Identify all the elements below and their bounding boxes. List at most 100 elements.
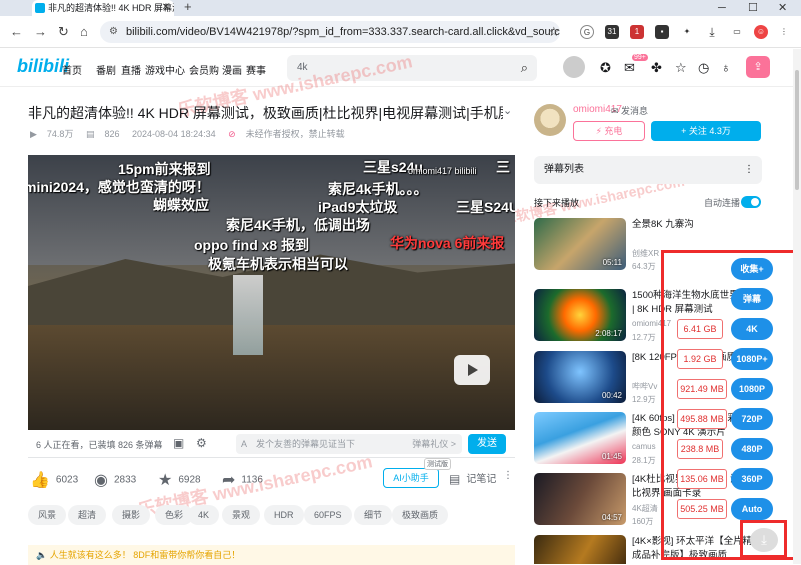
profile-icon[interactable]: ☺ [754,25,768,39]
close-window-icon[interactable]: ✕ [778,0,787,16]
maximize-icon[interactable]: ☐ [748,0,758,16]
forward-icon[interactable]: → [34,24,47,39]
video-player[interactable]: 15pm前来报到 三星s24u mini2024，感觉也蛮清的呀！ 索尼4k手机… [28,155,515,430]
tag-item[interactable]: 4K [188,505,220,525]
tag-item[interactable]: 60FPS [304,505,352,525]
back-icon[interactable]: ← [10,24,23,39]
ext-dark-icon[interactable]: ▪ [655,25,669,39]
coin-button[interactable]: ◉ 2833 [94,470,136,490]
more-icon[interactable]: ⋮ [503,470,513,481]
danmaku-list-panel[interactable]: 弹幕列表 ⋮ [534,156,762,184]
more-icon[interactable]: ⋮ [744,156,754,184]
search-icon[interactable]: ⌕ [521,55,528,81]
quality-1080p-plus-button[interactable]: 1080P+ [731,348,773,370]
danmaku-item: 15pm前来报到 [118,161,211,177]
tag-item[interactable]: 摄影 [112,505,151,525]
tag-item[interactable]: 景观 [222,505,261,525]
tag-item[interactable]: 风景 [28,505,67,525]
ext-red-icon[interactable]: 1 [630,25,644,39]
send-danmaku-button[interactable]: 发送 [468,434,506,454]
video-thumbnail[interactable]: 01:45 [534,412,626,464]
video-thumbnail[interactable]: 2:08:17 [534,289,626,341]
dynamic-icon[interactable]: ✤ [651,60,662,76]
video-thumbnail[interactable]: 04:57 [534,473,626,525]
uploader-avatar[interactable] [534,104,566,136]
browser-tab[interactable]: 非凡的超清体验!! 4K HDR 屏幕测 ✕ [32,0,174,16]
size-label: 1.92 GB [677,349,723,369]
announcement-bar[interactable]: 🔈 人生就该有这么多！ 8DF和雷带你帮你看自己！ [28,545,515,565]
minimize-icon[interactable]: ─ [718,0,726,16]
danmaku-input[interactable]: A 发个友善的弹幕见证当下 弹幕礼仪 > [236,434,462,454]
nav-anime[interactable]: 番剧 [96,62,116,77]
upload-button[interactable]: ⇪ [746,56,770,78]
history-icon[interactable]: ◷ [698,60,709,76]
tag-item[interactable]: 细节 [354,505,393,525]
danmaku-settings-icon[interactable]: ⚙ [196,436,207,450]
new-tab-icon[interactable]: + [184,0,192,14]
nav-games[interactable]: 游戏中心 [145,62,185,77]
notes-button[interactable]: ▤ 记笔记 [449,470,496,486]
tag-item[interactable]: HDR [264,505,304,525]
danmaku-download-button[interactable]: 弹幕 [731,288,773,310]
message-icon[interactable]: ✉ [624,60,635,76]
size-label: 921.49 MB [677,379,727,399]
video-thumbnail[interactable] [534,535,626,564]
favorites-icon[interactable]: ☆ [675,60,687,76]
download-bar-icon[interactable]: ⤓ [705,25,719,39]
nav-home[interactable]: 首页 [62,62,82,77]
puzzle-icon[interactable]: ✦ [680,25,694,39]
rec-author[interactable]: 创维XR [632,248,659,259]
nav-esports[interactable]: 赛事 [246,62,266,77]
play-button-icon[interactable] [454,355,490,385]
quality-auto-button[interactable]: Auto [731,498,773,520]
danmaku-toggle-icon[interactable]: ▣ [173,436,184,450]
rec-author[interactable]: 哔哔Vv [632,381,657,392]
user-avatar[interactable] [563,56,585,78]
creative-center-icon[interactable]: ♁ [721,60,731,75]
tag-item[interactable]: 超清 [68,505,107,525]
sidebar-icon[interactable]: ▭ [730,25,744,39]
like-button[interactable]: 👍 6023 [30,470,78,490]
send-message-link[interactable]: ✉ 发消息 [611,104,648,117]
nav-manga[interactable]: 漫画 [222,62,242,77]
download-icon[interactable]: ⤓ [750,528,778,552]
follow-button[interactable]: + 关注 4.3万 [651,121,761,141]
quality-360p-button[interactable]: 360P [731,468,773,490]
rec-title[interactable]: 全景8K 九寨沟 [632,218,762,246]
scrollbar-thumb[interactable] [795,70,799,190]
vip-icon[interactable]: ✪ [600,60,611,76]
site-info-icon[interactable]: ⚙ [109,21,118,43]
expand-title-icon[interactable]: ⌄ [503,104,512,117]
bookmark-star-icon[interactable]: ☆ [548,24,560,40]
tag-item[interactable]: 极致画质 [392,505,449,525]
size-label: 238.8 MB [677,439,723,459]
quality-720p-button[interactable]: 720P [731,408,773,430]
rec-stats: 64.3万 [632,262,656,271]
reload-icon[interactable]: ↻ [58,24,69,40]
home-icon[interactable]: ⌂ [80,24,88,39]
rec-author[interactable]: 4K超清 [632,503,658,514]
quality-4k-button[interactable]: 4K [731,318,773,340]
rec-author[interactable]: camus [632,442,656,451]
close-tab-icon[interactable]: ✕ [162,0,170,16]
nav-shop[interactable]: 会员购 [189,62,219,77]
url-bar[interactable]: ⚙ bilibili.com/video/BV14W421978p/?spm_i… [100,21,560,43]
font-style-icon[interactable]: A [241,434,247,454]
charge-button[interactable]: ⚡ 充电 [573,121,645,141]
danmaku-icon: ▤ [85,129,95,139]
quality-1080p-button[interactable]: 1080P [731,378,773,400]
menu-icon[interactable]: ⋮ [777,25,791,39]
quality-480p-button[interactable]: 480P [731,438,773,460]
video-thumbnail[interactable]: 00:42 [534,351,626,403]
favorite-button[interactable]: ★ 6928 [158,470,201,490]
video-thumbnail[interactable]: 05:11 [534,218,626,270]
calendar-ext-icon[interactable]: 31 [605,25,619,39]
danmaku-item: 索尼4k手机。。。 [328,181,428,197]
extension-icon[interactable]: G [580,25,594,39]
danmaku-etiquette-link[interactable]: 弹幕礼仪 > [412,434,456,454]
share-button[interactable]: ➦ 1136 [222,470,263,490]
ai-assistant-button[interactable]: AI小助手 [383,468,439,488]
nav-live[interactable]: 直播 [121,62,141,77]
collect-button[interactable]: 收集+ [731,258,773,280]
autoplay-toggle[interactable] [741,196,761,208]
